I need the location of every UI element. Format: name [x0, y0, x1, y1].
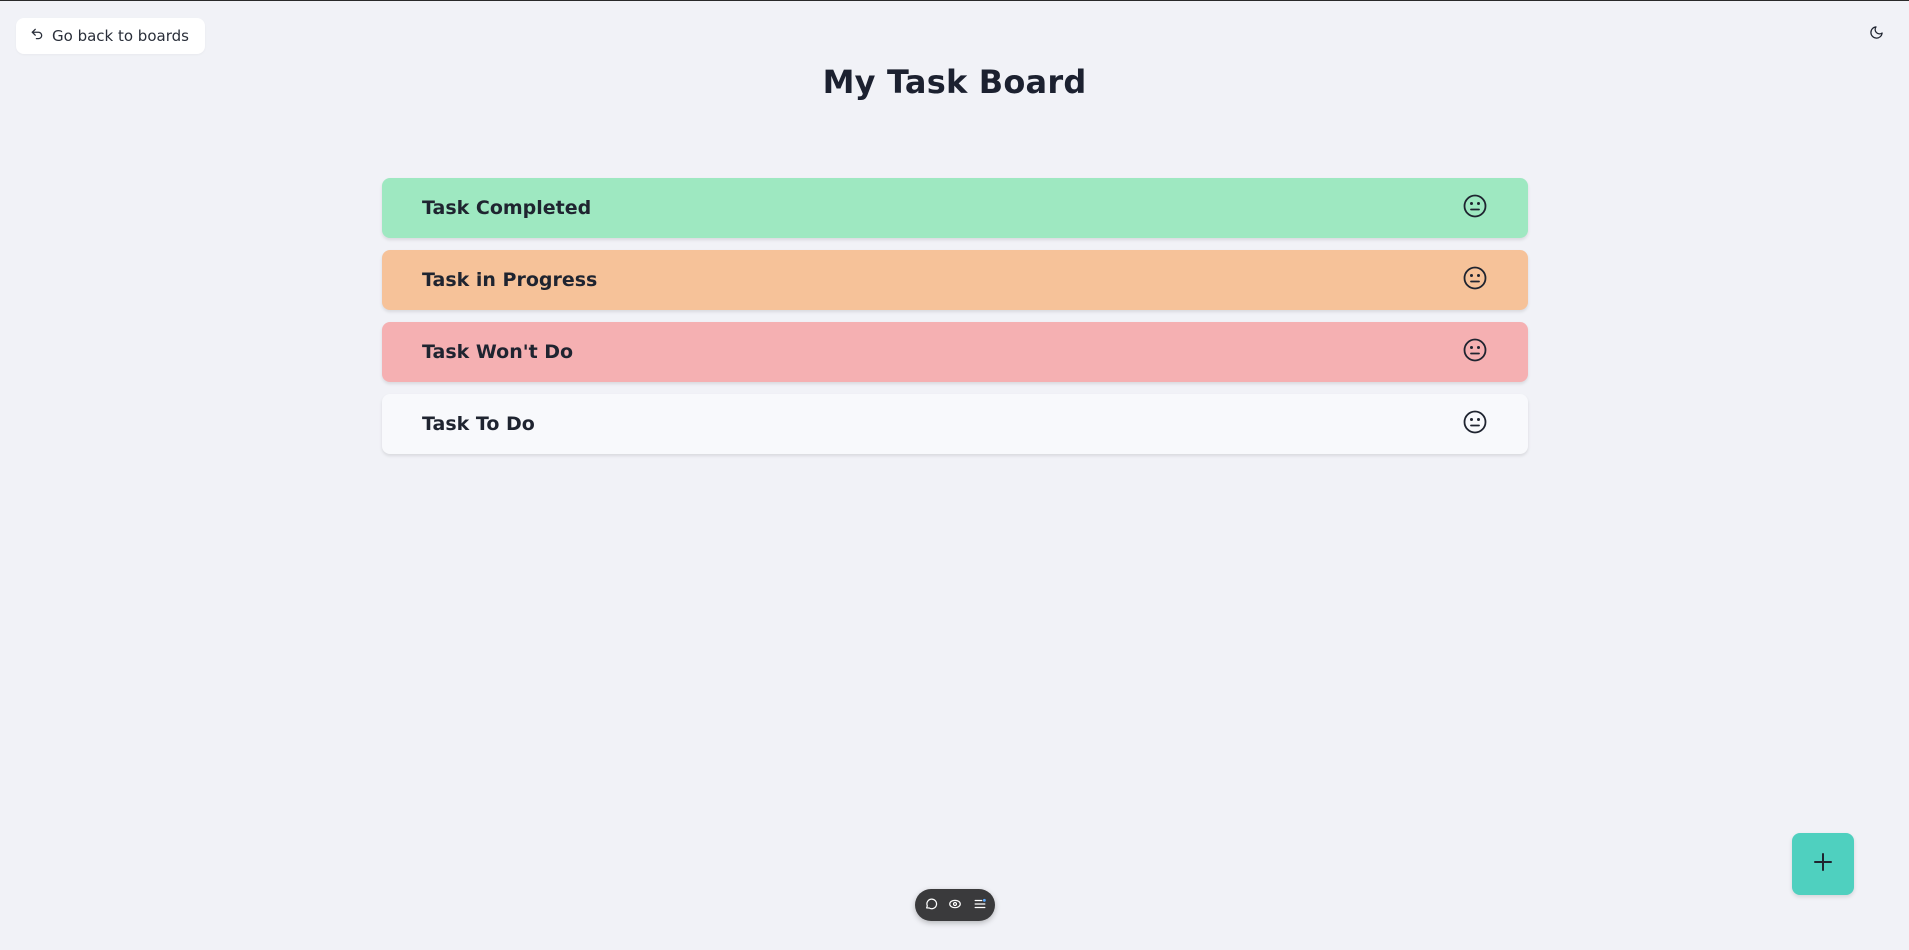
- neutral-face-icon: [1462, 265, 1488, 295]
- task-item-wont-do[interactable]: Task Won't Do: [382, 322, 1528, 382]
- comment-button[interactable]: [922, 896, 940, 914]
- neutral-face-icon: [1462, 337, 1488, 367]
- floating-toolbar: [915, 889, 995, 921]
- undo-arrow-icon: [30, 27, 44, 45]
- task-item-completed[interactable]: Task Completed: [382, 178, 1528, 238]
- back-to-boards-button[interactable]: Go back to boards: [16, 18, 205, 54]
- add-task-button[interactable]: [1792, 833, 1854, 895]
- task-title: Task in Progress: [422, 269, 598, 291]
- list-button[interactable]: [971, 896, 989, 914]
- task-item-in-progress[interactable]: Task in Progress: [382, 250, 1528, 310]
- preview-button[interactable]: [946, 896, 964, 914]
- theme-toggle-button[interactable]: [1865, 23, 1887, 45]
- list-icon: [973, 896, 987, 915]
- neutral-face-icon: [1462, 409, 1488, 439]
- eye-icon: [948, 896, 962, 915]
- page-title: My Task Board: [822, 63, 1087, 101]
- moon-icon: [1869, 25, 1884, 44]
- task-title: Task Won't Do: [422, 341, 574, 363]
- task-list: Task Completed Task in Progress Task Won…: [382, 178, 1528, 454]
- task-title: Task To Do: [422, 413, 535, 435]
- back-to-boards-label: Go back to boards: [52, 27, 189, 45]
- plus-icon: [1811, 850, 1835, 878]
- task-item-todo[interactable]: Task To Do: [382, 394, 1528, 454]
- chat-bubble-icon: [924, 896, 938, 915]
- neutral-face-icon: [1462, 193, 1488, 223]
- task-title: Task Completed: [422, 197, 592, 219]
